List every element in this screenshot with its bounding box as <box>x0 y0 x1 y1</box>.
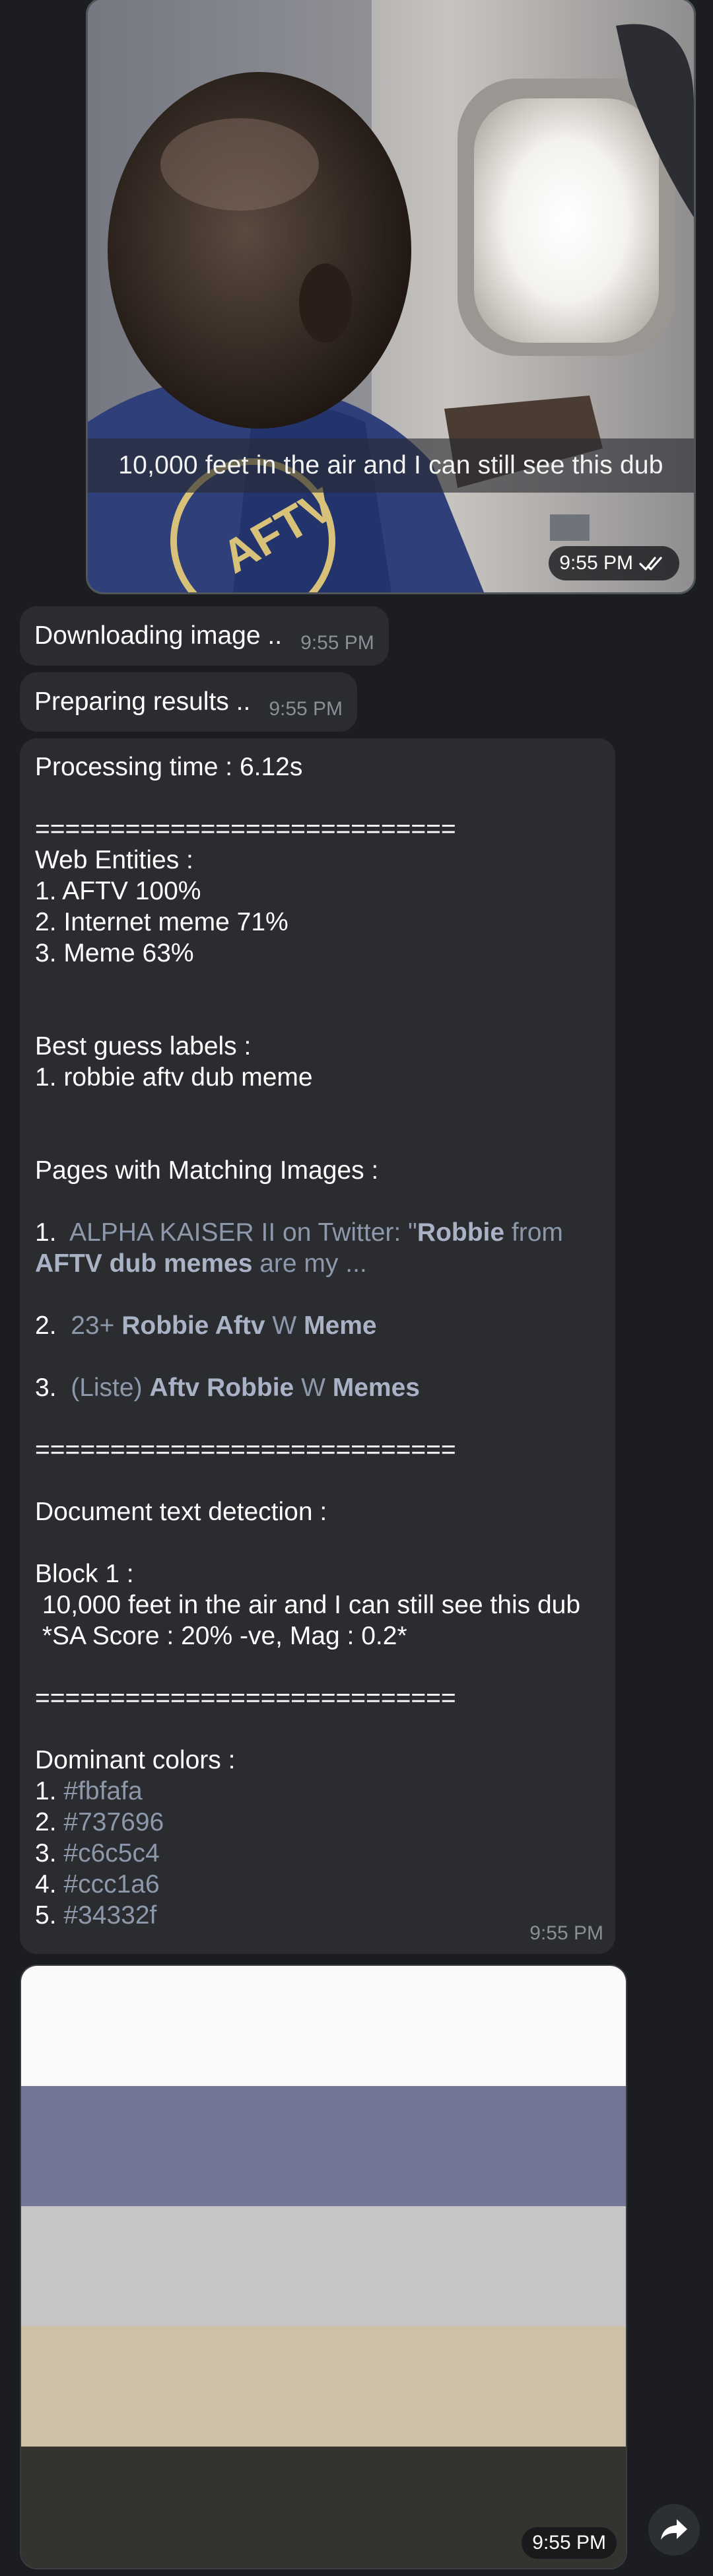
message-time: 9:55 PM <box>529 1922 603 1944</box>
dominant-color: 4. #ccc1a6 <box>35 1870 160 1898</box>
dominant-color: 5. #34332f <box>35 1901 157 1930</box>
color-hex-link[interactable]: #c6c5c4 <box>63 1839 159 1867</box>
color-hex-link[interactable]: #737696 <box>63 1808 164 1836</box>
image-timestamp: 9:55 PM <box>522 2527 617 2559</box>
dominant-colors-title: Dominant colors : <box>35 1746 236 1774</box>
matching-page-1: 1. ALPHA KAISER II on Twitter: "Robbie f… <box>35 1218 563 1247</box>
processing-time: Processing time : 6.12s <box>35 753 303 781</box>
matching-page-link-cont[interactable]: AFTV dub memes are my ... <box>35 1249 367 1278</box>
matching-page-link[interactable]: (Liste) Aftv Robbie W Memes <box>71 1374 420 1402</box>
photo-timestamp: 9:55 PM <box>549 546 679 580</box>
block-text: 10,000 feet in the air and I can still s… <box>35 1591 581 1619</box>
status-message: Preparing results .. 9:55 PM <box>20 672 358 732</box>
separator: ============================ <box>35 1436 456 1464</box>
color-swatch <box>21 2086 626 2206</box>
double-check-icon <box>639 557 662 571</box>
status-text: Downloading image .. <box>34 621 283 650</box>
separator: ============================ <box>35 815 456 843</box>
photo-message[interactable]: AFTV 10,000 feet in the air and I can st… <box>86 0 696 594</box>
separator: ============================ <box>35 1684 456 1712</box>
status-message: Downloading image .. 9:55 PM <box>20 606 389 666</box>
web-entity: 3. Meme 63% <box>35 939 194 967</box>
photo-time-text: 9:55 PM <box>559 552 633 574</box>
chat-view: AFTV 10,000 feet in the air and I can st… <box>0 0 713 2576</box>
web-entity: 1. AFTV 100% <box>35 877 201 905</box>
color-swatch <box>21 1966 626 2086</box>
block-sa-score: *SA Score : 20% -ve, Mag : 0.2* <box>35 1622 407 1650</box>
share-arrow-icon <box>661 2519 687 2540</box>
color-hex-link[interactable]: #ccc1a6 <box>63 1870 159 1898</box>
message-time: 9:55 PM <box>300 632 374 654</box>
matching-page-link[interactable]: ALPHA KAISER II on Twitter: "Robbie from <box>69 1218 563 1247</box>
dominant-color: 1. #fbfafa <box>35 1777 143 1805</box>
dominant-color: 3. #c6c5c4 <box>35 1839 160 1867</box>
color-hex-link[interactable]: #fbfafa <box>63 1777 142 1805</box>
matching-page-link[interactable]: 23+ Robbie Aftv W Meme <box>71 1311 376 1340</box>
airplane-photo: AFTV <box>88 0 694 592</box>
web-entity: 2. Internet meme 71% <box>35 908 289 936</box>
results-message: Processing time : 6.12s ================… <box>20 738 615 1954</box>
color-swatch <box>21 2206 626 2326</box>
dominant-color: 2. #737696 <box>35 1808 164 1836</box>
web-entities-title: Web Entities : <box>35 846 193 874</box>
dominant-colors-image[interactable]: 9:55 PM <box>20 1965 627 2569</box>
share-button[interactable] <box>648 2504 700 2556</box>
matching-page-1-cont: AFTV dub memes are my ... <box>35 1248 616 1279</box>
best-guess-label: 1. robbie aftv dub meme <box>35 1063 313 1092</box>
message-time: 9:55 PM <box>269 698 343 720</box>
status-text: Preparing results .. <box>34 687 251 716</box>
best-guess-title: Best guess labels : <box>35 1032 252 1061</box>
color-hex-link[interactable]: #34332f <box>63 1901 156 1930</box>
photo-caption: 10,000 feet in the air and I can still s… <box>88 438 694 493</box>
block-title: Block 1 : <box>35 1560 134 1588</box>
color-swatch <box>21 2326 626 2447</box>
text-detection-title: Document text detection : <box>35 1498 327 1526</box>
matching-page-3: 3. (Liste) Aftv Robbie W Memes <box>35 1374 420 1402</box>
pages-title: Pages with Matching Images : <box>35 1156 379 1185</box>
matching-page-2: 2. 23+ Robbie Aftv W Meme <box>35 1311 377 1340</box>
